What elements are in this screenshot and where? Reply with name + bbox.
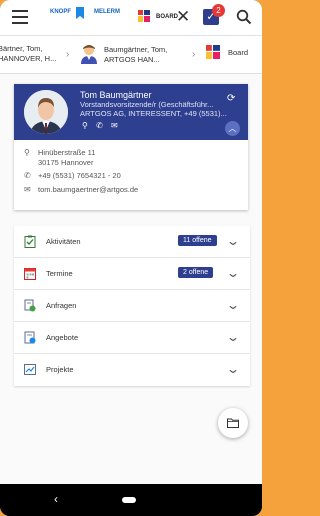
tab-label: Bärtner, Tom, HANNOVER, H...: [0, 44, 57, 63]
phone-frame: KNOPF MELERM BOARD ✕ ✓ 2 Bärtner, Tom, H…: [0, 0, 262, 516]
phone-number: +49 (5531) 7654321 - 20: [38, 171, 121, 180]
contact-card: Tom Baumgärtner Vorstandsvorsitzende/r (…: [14, 84, 248, 210]
section-label: Anfragen: [46, 301, 77, 310]
open-count-badge: 2 offene: [178, 267, 214, 278]
section-termine[interactable]: Termine 2 offene ⌄: [14, 258, 250, 290]
sections-list: Aktivitäten 11 offene ⌄ Termine 2 offene…: [14, 226, 250, 386]
contact-organization: ARTGOS AG, INTERESSENT, +49 (5531)...: [80, 109, 227, 118]
section-anfragen[interactable]: Anfragen ⌄: [14, 290, 250, 322]
refresh-icon[interactable]: ⟳: [227, 93, 235, 104]
contact-photo: [24, 90, 68, 134]
person-avatar-icon: [81, 45, 97, 64]
mail-icon[interactable]: ✉: [111, 121, 118, 130]
section-label: Projekte: [46, 365, 74, 374]
section-angebote[interactable]: Angebote ⌄: [14, 322, 250, 354]
notification-badge: 2: [212, 4, 225, 17]
menu-icon[interactable]: [12, 10, 28, 24]
melerm-label[interactable]: MELERM: [94, 9, 120, 15]
chevron-down-icon[interactable]: ⌄: [226, 362, 240, 376]
section-label: Termine: [46, 269, 73, 278]
board-logo-icon[interactable]: [138, 10, 150, 22]
folder-icon: [227, 418, 239, 428]
top-app-bar: KNOPF MELERM BOARD ✕ ✓ 2: [0, 0, 262, 36]
knopf-label[interactable]: KNOPF: [50, 9, 71, 15]
location-pin-icon: ⚲: [24, 148, 30, 157]
contact-quick-actions: ⚲ ✆ ✉: [82, 121, 124, 130]
request-icon: [24, 299, 36, 312]
clipboard-check-icon: [24, 235, 36, 248]
section-aktivitaeten[interactable]: Aktivitäten 11 offene ⌄: [14, 226, 250, 258]
chevron-right-icon: ›: [66, 49, 70, 60]
section-projekte[interactable]: Projekte ⌄: [14, 354, 250, 386]
home-pill-button[interactable]: [122, 497, 136, 503]
section-label: Aktivitäten: [46, 237, 81, 246]
tab-baertner[interactable]: Bärtner, Tom, HANNOVER, H...: [0, 44, 58, 68]
location-icon[interactable]: ⚲: [82, 121, 88, 130]
address-city: 30175 Hannover: [38, 158, 94, 167]
phone-icon: ✆: [24, 171, 31, 180]
open-count-badge: 11 offene: [178, 235, 217, 246]
offer-icon: [24, 331, 36, 344]
contact-name: Tom Baumgärtner: [80, 90, 152, 100]
tab-label: Board: [228, 48, 249, 57]
board-label[interactable]: BOARD: [156, 14, 178, 20]
bookmark-icon[interactable]: [76, 7, 84, 19]
board-logo-icon: [206, 45, 220, 59]
tab-board[interactable]: Board: [206, 44, 262, 68]
chevron-down-icon[interactable]: ⌄: [226, 298, 240, 312]
open-tabs-strip: Bärtner, Tom, HANNOVER, H... › Baumgärtn…: [0, 36, 262, 74]
system-navigation-bar: ‹: [0, 484, 262, 516]
mail-icon: ✉: [24, 185, 31, 194]
chevron-down-icon[interactable]: ⌄: [226, 330, 240, 344]
search-icon[interactable]: [236, 9, 252, 25]
section-label: Angebote: [46, 333, 79, 342]
chevron-right-icon: ›: [192, 49, 196, 60]
close-icon[interactable]: ✕: [176, 8, 190, 26]
tab-baumgaertner[interactable]: Baumgärtner, Tom, ARTGOS HAN...: [80, 42, 170, 68]
tab-label: Baumgärtner, Tom, ARTGOS HAN...: [104, 45, 168, 64]
folder-fab-button[interactable]: [218, 408, 248, 438]
address-street: Hinüberstraße 11: [38, 148, 96, 157]
chevron-down-icon[interactable]: ⌄: [226, 266, 240, 280]
phone-icon[interactable]: ✆: [96, 121, 103, 130]
app-screen: KNOPF MELERM BOARD ✕ ✓ 2 Bärtner, Tom, H…: [0, 0, 262, 484]
email-address: tom.baumgaertner@artgos.de: [38, 185, 139, 194]
calendar-icon: [24, 268, 36, 280]
project-icon: [24, 364, 36, 375]
contact-card-header: Tom Baumgärtner Vorstandsvorsitzende/r (…: [14, 84, 248, 140]
contact-role: Vorstandsvorsitzende/r (Geschäftsführ...: [80, 100, 214, 109]
collapse-button[interactable]: ︿: [225, 121, 240, 136]
back-icon[interactable]: ‹: [54, 492, 58, 506]
chevron-down-icon[interactable]: ⌄: [226, 234, 240, 248]
